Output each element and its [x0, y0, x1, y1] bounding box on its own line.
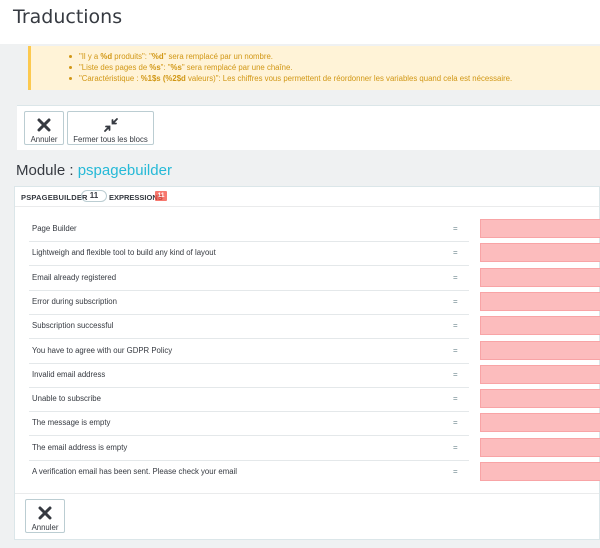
translation-input[interactable]	[480, 340, 600, 360]
translation-row: Error during subscription =	[15, 290, 600, 315]
translation-input[interactable]	[480, 389, 600, 409]
footer-cancel-label: Annuler	[31, 523, 59, 532]
cancel-button[interactable]: Annuler	[24, 111, 64, 145]
source-string: Email already registered	[32, 272, 117, 282]
translation-row: Subscription successful =	[15, 314, 600, 340]
equals-sign: =	[453, 394, 458, 404]
alert-text: "Caractéristique :	[79, 74, 141, 83]
translation-input[interactable]	[480, 462, 600, 481]
alert-placeholder: %1$s	[140, 74, 161, 83]
equals-sign: =	[453, 345, 458, 355]
page-header: Traductions	[0, 0, 600, 44]
source-string: Invalid email address	[32, 369, 106, 379]
module-prefix: Module :	[16, 162, 78, 179]
source-string: A verification email has been sent. Plea…	[32, 467, 237, 476]
source-string: Lightweigh and flexible tool to build an…	[32, 248, 216, 258]
source-string: The email address is empty	[32, 442, 128, 452]
toolbar: Annuler Fermer tous les blocs	[17, 105, 600, 150]
expression-count-badge: 11	[81, 190, 107, 202]
collapse-all-label: Fermer tous les blocs	[73, 135, 148, 144]
alert-item: "Il y a %d produits": "%d" sera remplacé…	[69, 51, 600, 62]
alert-text: "Il y a	[79, 52, 101, 61]
translation-input[interactable]	[480, 219, 600, 238]
source-string: You have to agree with our GDPR Policy	[32, 345, 173, 355]
close-icon	[26, 504, 64, 522]
equals-sign: =	[453, 369, 458, 379]
panel-footer: Annuler	[15, 493, 599, 540]
alert-text: produits": "	[112, 52, 152, 61]
translation-row: Invalid email address =	[15, 363, 600, 388]
alert-placeholder: %d	[100, 52, 113, 61]
translation-input[interactable]	[480, 267, 600, 287]
source-string: Page Builder	[32, 224, 77, 233]
translation-input[interactable]	[480, 291, 600, 311]
panel-module-code: PSPAGEBUILDER	[21, 193, 88, 202]
translations-panel: PSPAGEBUILDER 11 EXPRESSIONS 11 Page Bui…	[14, 186, 600, 540]
translation-row: Page Builder =	[15, 217, 600, 242]
collapse-all-button[interactable]: Fermer tous les blocs	[67, 111, 154, 145]
translation-input[interactable]	[480, 437, 600, 457]
equals-sign: =	[453, 467, 458, 476]
translation-row: You have to agree with our GDPR Policy =	[15, 339, 600, 364]
page-title: Traductions	[13, 6, 123, 28]
alert-text: " sera remplacé par un nombre.	[163, 52, 273, 61]
footer-cancel-button[interactable]: Annuler	[25, 499, 65, 533]
source-string: Subscription successful	[32, 321, 114, 331]
close-icon	[25, 116, 63, 134]
alert-text: ": "	[160, 63, 171, 72]
alert-text: "Liste des pages de	[79, 63, 150, 72]
module-name: pspagebuilder	[77, 162, 172, 179]
equals-sign: =	[453, 272, 458, 282]
alert-placeholder: (%2$d	[162, 74, 186, 83]
cancel-button-label: Annuler	[30, 135, 58, 144]
translation-row: A verification email has been sent. Plea…	[15, 460, 600, 484]
translation-row: Unable to subscribe =	[15, 387, 600, 413]
warning-alert: "Il y a %d produits": "%d" sera remplacé…	[28, 46, 600, 90]
alert-list: "Il y a %d produits": "%d" sera remplacé…	[31, 51, 600, 84]
alert-text: valeurs)": Les chiffres vous permettent …	[185, 74, 513, 83]
translation-input[interactable]	[480, 316, 600, 336]
collapse-arrows-icon	[68, 116, 153, 134]
translation-input[interactable]	[480, 243, 600, 263]
translation-row: The message is empty =	[15, 411, 600, 437]
equals-sign: =	[453, 418, 458, 428]
equals-sign: =	[453, 296, 458, 306]
source-string: The message is empty	[32, 418, 111, 428]
alert-placeholder: %s	[149, 63, 161, 72]
equals-sign: =	[453, 224, 458, 233]
equals-sign: =	[453, 321, 458, 331]
translation-input[interactable]	[480, 364, 600, 384]
alert-placeholder: %s	[170, 63, 182, 72]
equals-sign: =	[453, 442, 458, 452]
alert-item: "Caractéristique : %1$s (%2$d valeurs)":…	[69, 73, 600, 84]
translation-row: The email address is empty =	[15, 436, 600, 461]
module-heading: Module : pspagebuilder	[16, 162, 172, 179]
alert-placeholder: %d	[151, 52, 164, 61]
source-string: Unable to subscribe	[32, 394, 101, 404]
translation-row: Lightweigh and flexible tool to build an…	[15, 241, 600, 267]
missing-count-badge: 11	[155, 191, 167, 201]
source-string: Error during subscription	[32, 296, 117, 306]
translation-row: Email already registered =	[15, 266, 600, 291]
alert-item: "Liste des pages de %s": "%s" sera rempl…	[69, 62, 600, 73]
alert-text: " sera remplacé par une chaîne.	[181, 63, 293, 72]
equals-sign: =	[453, 248, 458, 258]
translation-input[interactable]	[480, 413, 600, 433]
panel-header[interactable]: PSPAGEBUILDER 11 EXPRESSIONS 11	[15, 187, 599, 207]
